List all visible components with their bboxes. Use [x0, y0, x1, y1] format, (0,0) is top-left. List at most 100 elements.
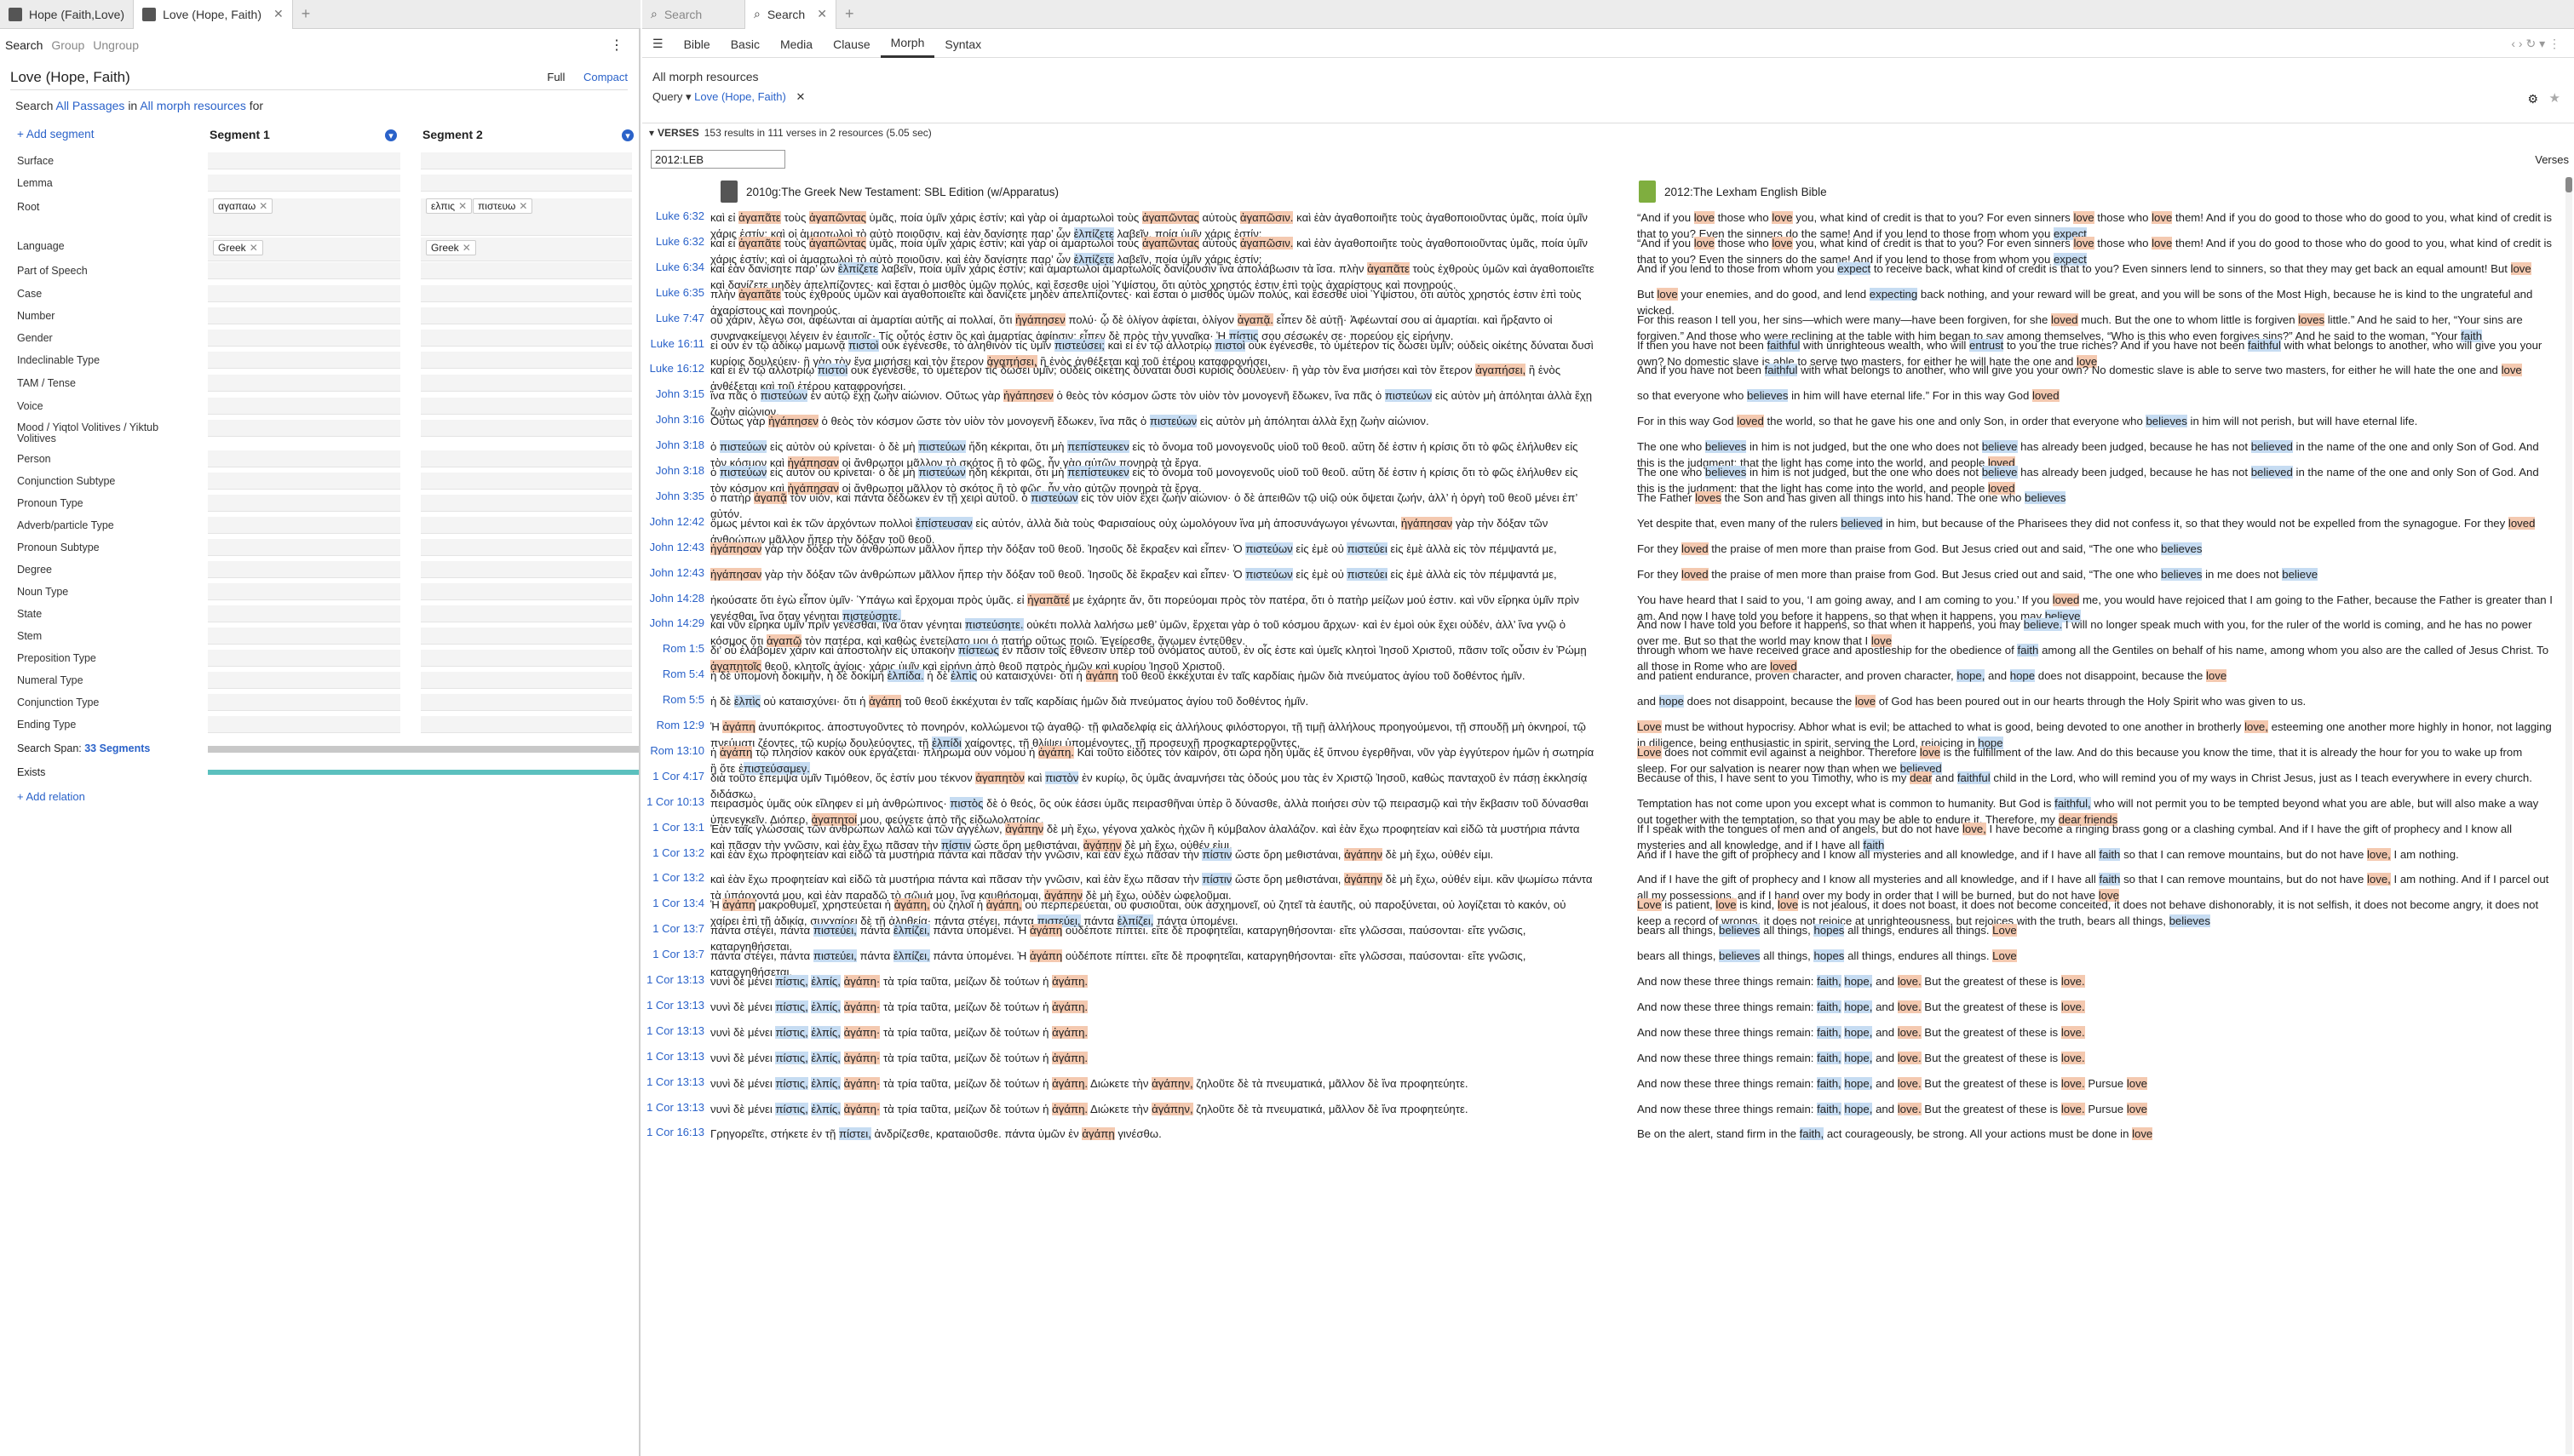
verse-reference-link[interactable]: John 3:35 — [642, 490, 704, 502]
field-input[interactable] — [421, 285, 632, 302]
verse-reference-link[interactable]: 1 Cor 16:13 — [642, 1126, 704, 1138]
gear-icon[interactable]: ⚙ — [2527, 92, 2538, 106]
field-input[interactable] — [208, 517, 400, 534]
verse-reference-link[interactable]: 1 Cor 13:2 — [642, 871, 704, 884]
span-bar[interactable] — [208, 746, 639, 753]
verse-reference-link[interactable]: 1 Cor 13:13 — [642, 999, 704, 1012]
field-input[interactable] — [421, 605, 632, 622]
close-icon[interactable]: ✕ — [796, 90, 805, 103]
add-tab-icon[interactable]: + — [293, 5, 319, 23]
full-button[interactable]: Full — [547, 71, 565, 83]
remove-icon[interactable]: ✕ — [458, 200, 467, 212]
verse-reference-link[interactable]: 1 Cor 13:2 — [642, 846, 704, 859]
verse-reference-link[interactable]: Luke 16:11 — [642, 337, 704, 350]
field-input[interactable] — [208, 495, 400, 512]
add-tab-icon[interactable]: + — [836, 5, 863, 23]
tab-syntax[interactable]: Syntax — [934, 31, 991, 58]
verse-reference-link[interactable]: Rom 5:4 — [642, 668, 704, 680]
field-input[interactable] — [421, 716, 632, 733]
field-input[interactable] — [208, 672, 400, 689]
field-input[interactable] — [421, 672, 632, 689]
tab-morph[interactable]: Morph — [880, 31, 935, 58]
query-label[interactable]: Query — [652, 90, 682, 103]
resources-link[interactable]: All morph resources — [140, 99, 246, 112]
field-input[interactable] — [208, 285, 400, 302]
verse-reference-link[interactable]: 1 Cor 13:4 — [642, 897, 704, 909]
root-tag-elpis[interactable]: ελπις ✕ — [426, 198, 473, 214]
verse-reference-link[interactable]: Rom 5:5 — [642, 693, 704, 706]
verse-reference-link[interactable]: John 3:18 — [642, 439, 704, 451]
remove-icon[interactable]: ✕ — [519, 200, 527, 212]
exists-bar[interactable] — [208, 770, 639, 775]
tab-clause[interactable]: Clause — [823, 31, 881, 58]
field-input[interactable] — [208, 539, 400, 556]
verse-reference-link[interactable]: John 14:28 — [642, 592, 704, 605]
compact-button[interactable]: Compact — [583, 71, 628, 83]
nav-arrows[interactable]: ‹ › ↻ ▾ ⋮ — [2511, 37, 2560, 51]
verse-reference-link[interactable]: John 12:42 — [642, 515, 704, 528]
menu-icon[interactable]: ☰ — [642, 31, 674, 58]
resource-filter-input[interactable]: 2012:LEB — [651, 150, 785, 169]
search-button[interactable]: Search — [5, 38, 43, 52]
segment-2-options-icon[interactable]: ▾ — [622, 129, 634, 141]
tab-bible[interactable]: Bible — [674, 31, 721, 58]
field-input[interactable] — [208, 152, 400, 169]
tab-search-inactive[interactable]: ⌕ Search — [642, 0, 744, 29]
query-title[interactable]: Love (Hope, Faith) — [10, 69, 130, 86]
chevron-down-icon[interactable]: ▾ — [682, 90, 694, 103]
verse-reference-link[interactable]: Rom 1:5 — [642, 642, 704, 655]
english-text[interactable]: Be on the alert, stand firm in the faith… — [1637, 1126, 2553, 1158]
scope-link[interactable]: All Passages — [55, 99, 124, 112]
field-input[interactable] — [421, 175, 632, 192]
field-input[interactable] — [421, 650, 632, 667]
group-button[interactable]: Group — [51, 38, 84, 52]
verse-reference-link[interactable]: 1 Cor 13:13 — [642, 1024, 704, 1037]
field-input[interactable] — [208, 473, 400, 490]
remove-icon[interactable]: ✕ — [250, 242, 258, 254]
verse-reference-link[interactable]: John 3:15 — [642, 387, 704, 400]
field-input[interactable] — [421, 375, 632, 392]
field-input[interactable] — [208, 561, 400, 578]
verses-label[interactable]: VERSES — [658, 127, 699, 139]
verse-reference-link[interactable]: John 12:43 — [642, 566, 704, 579]
verse-reference-link[interactable]: John 12:43 — [642, 541, 704, 553]
greek-text[interactable]: Γρηγορεῖτε, στήκετε ἐν τῇ πίστει, ἀνδρίζ… — [710, 1126, 1594, 1158]
tab-love[interactable]: Love (Hope, Faith) ✕ — [133, 0, 293, 29]
field-input[interactable] — [421, 583, 632, 600]
tab-hope[interactable]: Hope (Faith,Love) — [0, 0, 133, 29]
verse-reference-link[interactable]: John 3:16 — [642, 413, 704, 426]
field-input[interactable] — [208, 307, 400, 324]
field-input[interactable] — [208, 330, 400, 347]
field-input[interactable] — [208, 583, 400, 600]
verse-reference-link[interactable]: Luke 6:32 — [642, 209, 704, 222]
collapse-icon[interactable]: ▾ — [649, 127, 654, 139]
field-input[interactable] — [208, 450, 400, 467]
star-icon[interactable]: ★ — [2549, 90, 2560, 106]
verse-reference-link[interactable]: Luke 16:12 — [642, 362, 704, 375]
segment-1-options-icon[interactable]: ▾ — [385, 129, 397, 141]
field-input[interactable] — [421, 307, 632, 324]
verse-reference-link[interactable]: 1 Cor 4:17 — [642, 770, 704, 782]
scroll-thumb[interactable] — [2565, 177, 2572, 192]
tab-media[interactable]: Media — [770, 31, 823, 58]
verse-reference-link[interactable]: 1 Cor 13:7 — [642, 948, 704, 960]
field-input[interactable] — [208, 605, 400, 622]
verse-reference-link[interactable]: 1 Cor 13:13 — [642, 1101, 704, 1114]
field-input[interactable] — [208, 628, 400, 645]
field-input[interactable] — [208, 694, 400, 711]
field-input[interactable] — [208, 262, 400, 279]
field-input[interactable] — [421, 539, 632, 556]
search-span-value[interactable]: 33 Segments — [84, 742, 150, 754]
verse-reference-link[interactable]: 1 Cor 13:7 — [642, 922, 704, 935]
field-input[interactable] — [208, 375, 400, 392]
field-input[interactable] — [421, 473, 632, 490]
field-input[interactable] — [421, 420, 632, 437]
scrollbar[interactable] — [2565, 177, 2572, 1454]
field-input[interactable] — [208, 398, 400, 415]
ungroup-button[interactable]: Ungroup — [93, 38, 139, 52]
field-input[interactable] — [421, 398, 632, 415]
resource-scope[interactable]: All morph resources — [652, 70, 759, 83]
verse-reference-link[interactable]: Luke 6:34 — [642, 261, 704, 273]
tab-basic[interactable]: Basic — [721, 31, 770, 58]
add-segment-link[interactable]: + Add segment — [17, 128, 94, 140]
